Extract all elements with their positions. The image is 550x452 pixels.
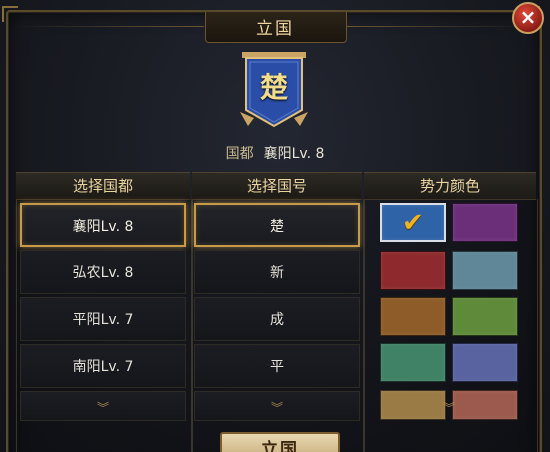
title-divider-left	[14, 26, 204, 27]
nation-name-option[interactable]: 平	[194, 344, 360, 388]
capital-column-header: 选择国都	[16, 172, 190, 200]
name-column-header: 选择国号	[192, 172, 362, 200]
found-nation-dialog: 立国 × 楚 国都 襄阳Lv. 8 选择国都 选择国号 势力颜色 襄阳Lv. 8 …	[0, 0, 550, 452]
nation-name-option[interactable]: 新	[194, 250, 360, 294]
scroll-down-indicator-icon[interactable]: ︾	[380, 402, 518, 414]
color-swatch[interactable]: ✔	[380, 203, 446, 242]
color-swatch[interactable]	[380, 297, 446, 336]
scroll-down-indicator-icon[interactable]: ︾	[20, 402, 186, 414]
capital-label: 国都	[225, 146, 254, 162]
frame-corner-decoration	[2, 6, 18, 22]
close-button[interactable]: ×	[512, 2, 544, 34]
color-swatch[interactable]	[452, 203, 518, 242]
color-swatch[interactable]	[452, 343, 518, 382]
color-column-header: 势力颜色	[364, 172, 536, 200]
scroll-down-indicator-icon[interactable]: ︾	[194, 402, 360, 414]
color-swatch[interactable]	[452, 251, 518, 290]
color-swatch[interactable]	[452, 297, 518, 336]
nation-name-option[interactable]: 成	[194, 297, 360, 341]
title-divider-right	[346, 26, 526, 27]
capital-option[interactable]: 襄阳Lv. 8	[20, 203, 186, 247]
capital-option[interactable]: 南阳Lv. 7	[20, 344, 186, 388]
found-nation-button[interactable]: 立国	[220, 432, 340, 452]
checkmark-icon: ✔	[402, 208, 424, 238]
capital-option[interactable]: 平阳Lv. 7	[20, 297, 186, 341]
color-swatch[interactable]	[380, 343, 446, 382]
color-swatch[interactable]	[380, 251, 446, 290]
dialog-title: 立国	[256, 19, 294, 39]
capital-option[interactable]: 弘农Lv. 8	[20, 250, 186, 294]
banner-character: 楚	[259, 71, 288, 104]
capital-value: 襄阳Lv. 8	[263, 146, 325, 162]
close-icon: ×	[519, 5, 537, 29]
capital-info: 国都 襄阳Lv. 8	[0, 143, 550, 163]
nation-name-option[interactable]: 楚	[194, 203, 360, 247]
